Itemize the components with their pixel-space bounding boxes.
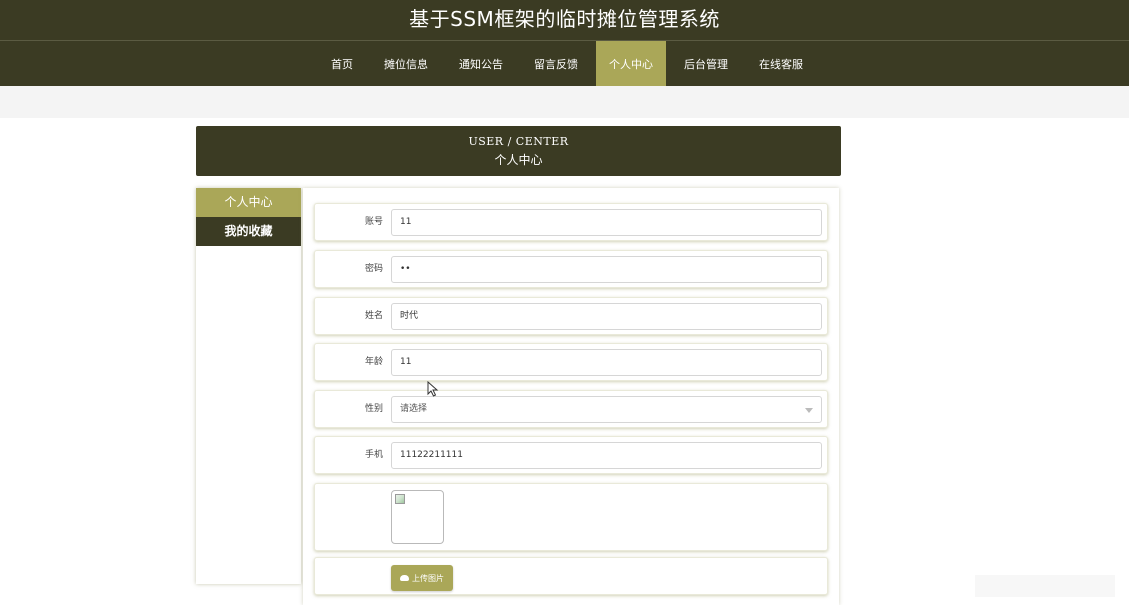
corner-patch: [975, 575, 1115, 597]
site-title: 基于SSM框架的临时摊位管理系统: [409, 7, 720, 31]
age-input[interactable]: 11: [391, 349, 822, 376]
nav-item-home[interactable]: 首页: [318, 41, 366, 86]
name-label: 姓名: [364, 311, 383, 321]
age-label: 年龄: [364, 357, 383, 367]
sidebar: 个人中心 我的收藏: [196, 188, 301, 584]
phone-input[interactable]: 11122211111: [391, 442, 822, 469]
broken-image-icon: [395, 494, 405, 504]
form-row-gender: 性别 请选择: [314, 390, 828, 428]
sidebar-item-user-center[interactable]: 个人中心: [196, 188, 301, 217]
gender-select[interactable]: 请选择: [391, 396, 822, 423]
form-row-account: 账号 11: [314, 203, 828, 241]
sidebar-item-favorites[interactable]: 我的收藏: [196, 217, 301, 246]
nav-item-stall-info[interactable]: 摊位信息: [371, 41, 441, 86]
phone-label: 手机: [364, 450, 383, 460]
main-nav: 首页 摊位信息 通知公告 留言反馈 个人中心 后台管理 在线客服: [0, 41, 1129, 86]
cloud-upload-icon: [400, 575, 409, 581]
upload-image-button[interactable]: 上传图片: [391, 565, 453, 591]
nav-item-notices[interactable]: 通知公告: [446, 41, 516, 86]
form-row-upload: 上传图片: [314, 557, 828, 595]
page-banner: USER / CENTER 个人中心: [196, 126, 841, 176]
form-row-name: 姓名 时代: [314, 297, 828, 335]
name-input[interactable]: 时代: [391, 303, 822, 330]
avatar-image-preview: [391, 490, 444, 544]
nav-item-user-center[interactable]: 个人中心: [596, 41, 666, 86]
banner-english-title: USER / CENTER: [468, 135, 569, 148]
mouse-pointer-icon: [427, 381, 439, 397]
gender-label: 性别: [364, 404, 383, 414]
nav-item-online-service[interactable]: 在线客服: [746, 41, 816, 86]
form-row-avatar-preview: [314, 483, 828, 551]
password-input[interactable]: ••: [391, 256, 822, 283]
site-header: 基于SSM框架的临时摊位管理系统 首页 摊位信息 通知公告 留言反馈 个人中心 …: [0, 0, 1129, 86]
sub-band: [0, 86, 1129, 118]
form-row-password: 密码 ••: [314, 250, 828, 288]
account-label: 账号: [364, 217, 383, 227]
gender-select-value: 请选择: [400, 404, 428, 414]
nav-item-feedback[interactable]: 留言反馈: [521, 41, 591, 86]
chevron-down-icon: [805, 408, 813, 413]
password-label: 密码: [364, 264, 383, 274]
form-row-age: 年龄 11: [314, 343, 828, 381]
account-input[interactable]: 11: [391, 209, 822, 236]
upload-button-label: 上传图片: [412, 573, 444, 583]
form-row-phone: 手机 11122211111: [314, 436, 828, 474]
profile-form: 账号 11 密码 •• 姓名 时代 年龄 11 性别 请选择 手机 111222…: [303, 188, 839, 605]
banner-chinese-title: 个人中心: [494, 153, 543, 167]
nav-item-admin[interactable]: 后台管理: [671, 41, 741, 86]
